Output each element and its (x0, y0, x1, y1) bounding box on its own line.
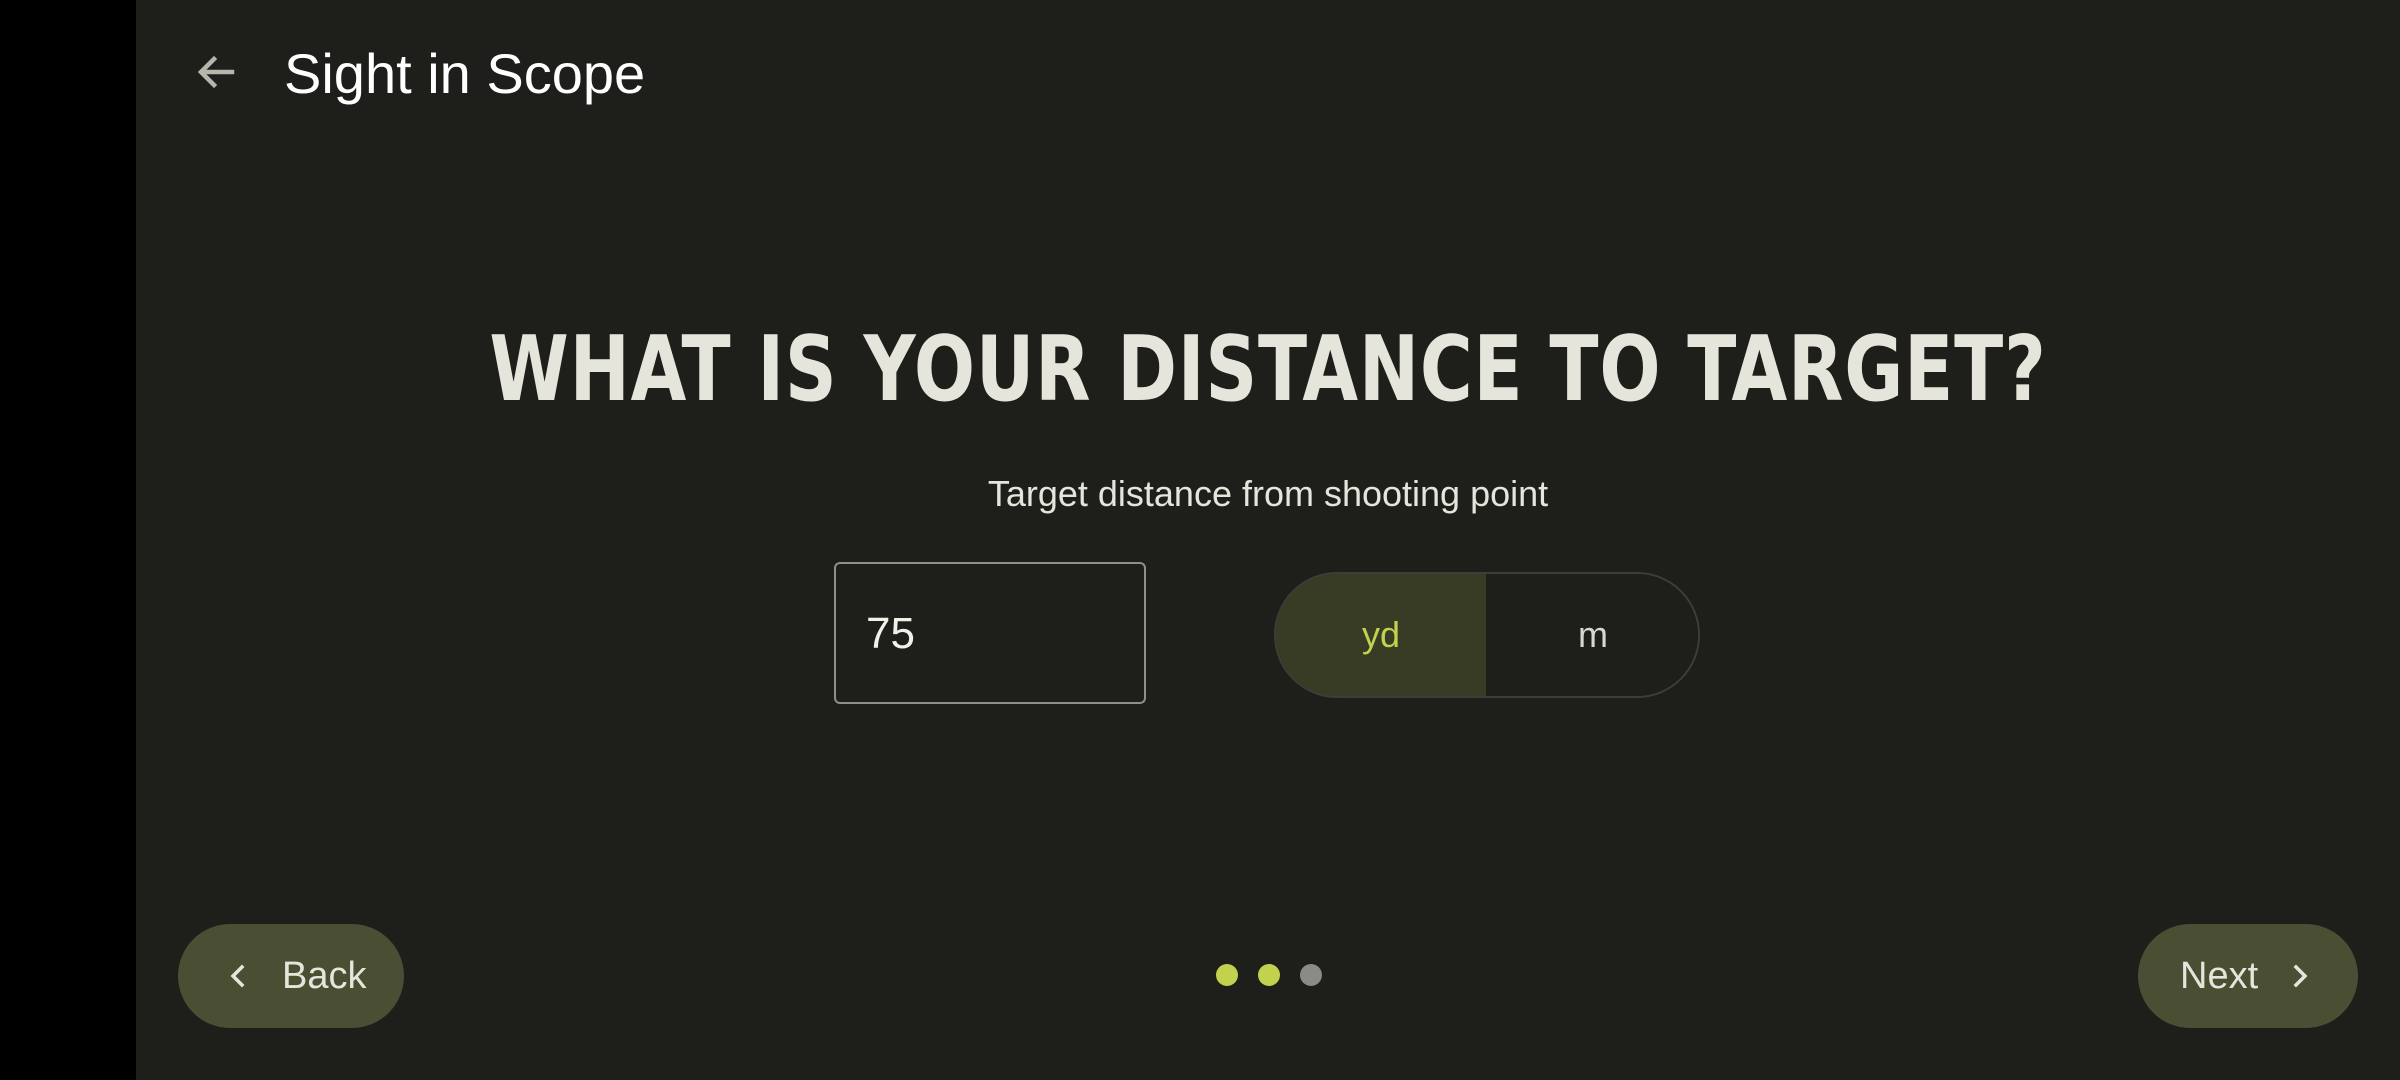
page-title: Sight in Scope (284, 42, 646, 105)
next-button-label: Next (2180, 954, 2259, 997)
chevron-left-icon (222, 960, 254, 992)
page-dot (1258, 964, 1280, 986)
chevron-right-icon (2284, 960, 2316, 992)
app-bar: Sight in Scope (136, 0, 2400, 150)
step-question: WHAT IS YOUR DISTANCE TO TARGET? (489, 317, 2047, 422)
unit-m-option[interactable]: m (1488, 574, 1698, 696)
page-dot (1300, 964, 1322, 986)
step-subtitle: Target distance from shooting point (987, 473, 1549, 514)
unit-toggle: yd m (1274, 572, 1700, 698)
back-button-label: Back (282, 954, 367, 997)
page-indicator (1216, 964, 1322, 986)
left-system-bar (0, 0, 136, 1080)
distance-value: 75 (866, 609, 915, 658)
page-dot (1216, 964, 1238, 986)
distance-input[interactable]: 75 (834, 562, 1146, 704)
screen: Sight in Scope WHAT IS YOUR DISTANCE TO … (0, 0, 2400, 1080)
next-button[interactable]: Next (2138, 924, 2358, 1028)
back-button[interactable]: Back (178, 924, 404, 1028)
arrow-left-icon[interactable] (184, 40, 248, 104)
unit-yd-option[interactable]: yd (1276, 574, 1488, 696)
